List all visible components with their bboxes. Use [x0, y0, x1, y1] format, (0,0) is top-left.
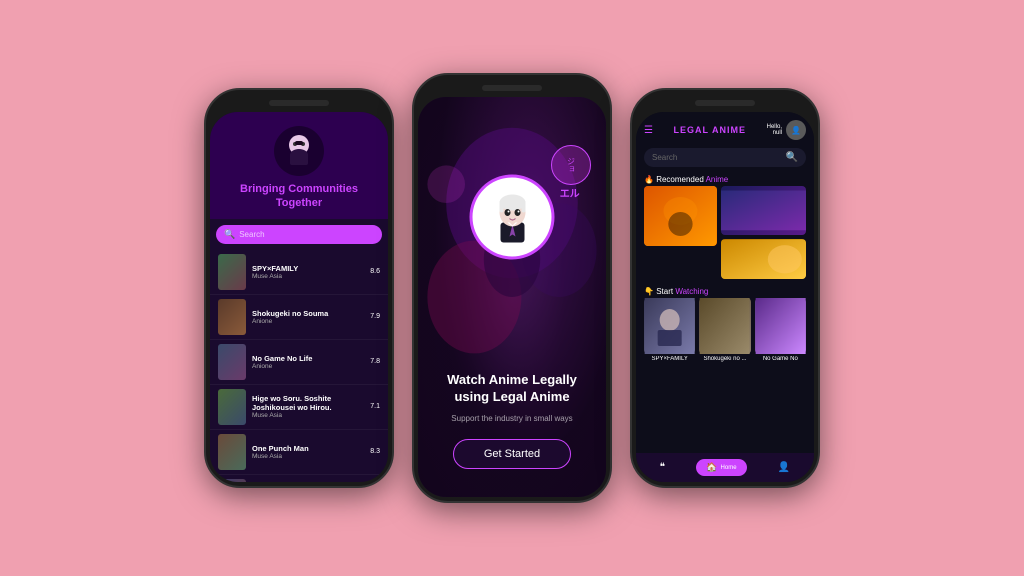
p1-mascot-icon — [274, 126, 324, 176]
p3-watch-labels: SPY×FAMILY Shokugeki no ... No Game No — [636, 354, 814, 362]
p3-app-title: LEGAL ANIME — [674, 125, 747, 135]
p3-watch-thumb-3[interactable] — [755, 298, 806, 354]
home-icon: 🏠 — [706, 462, 717, 473]
p3-nav-home[interactable]: 🏠 Home — [696, 459, 746, 476]
p1-item-sub-3: Anione — [252, 363, 364, 370]
p3-search-icon: 🔍 — [786, 152, 798, 163]
profile-icon: 👤 — [778, 462, 790, 473]
p1-thumb-6 — [218, 479, 246, 482]
p1-title: Bringing Communities Together — [218, 182, 380, 211]
list-item[interactable]: SPY×FAMILY Muse Asia 8.6 — [210, 250, 388, 295]
p3-featured-thumb-2[interactable] — [721, 186, 806, 235]
p1-rating-5: 8.3 — [370, 448, 380, 455]
p3-search-text: Search — [652, 153, 677, 162]
p2-mascot-svg — [482, 185, 542, 250]
list-item[interactable]: JoJo no Kimyou na Bouken (TV) Muse Asia … — [210, 475, 388, 482]
p3-home-label: Home — [721, 465, 737, 471]
p3-rec-prefix: Recomended — [656, 175, 704, 184]
p1-thumb-1 — [218, 254, 246, 290]
p3-nav-profile[interactable]: 👤 — [778, 462, 790, 473]
list-item[interactable]: Shokugeki no Souma Anione 7.9 — [210, 295, 388, 340]
phone-1-bottom — [206, 486, 392, 488]
p3-header-right: Hello, null 👤 — [767, 120, 806, 140]
p3-watch-label-2: Shokugeki no ... — [699, 356, 750, 362]
phone-2: ジョ エル Watch Anime Legally using Legal An… — [412, 73, 612, 503]
p3-header: ☰ LEGAL ANIME Hello, null 👤 — [636, 112, 814, 144]
phones-container: Bringing Communities Together 🔍 Search S… — [184, 53, 840, 523]
p1-item-sub-4: Muse Asia — [252, 412, 364, 419]
p1-item-info-2: Shokugeki no Souma Anione — [252, 309, 364, 325]
p3-watch-row — [636, 298, 814, 354]
p1-thumb-2 — [218, 299, 246, 335]
p1-item-title-5: One Punch Man — [252, 444, 364, 453]
phone-1-screen: Bringing Communities Together 🔍 Search S… — [210, 112, 388, 482]
p3-watch-label-1: SPY×FAMILY — [644, 356, 695, 362]
p1-header: Bringing Communities Together — [210, 112, 388, 219]
p1-rating-2: 7.9 — [370, 313, 380, 320]
p3-featured-thumb-3[interactable] — [721, 239, 806, 280]
p2-bottom-section: Watch Anime Legally using Legal Anime Su… — [418, 372, 606, 469]
p3-watch-label-3: No Game No — [755, 356, 806, 362]
p1-item-info-3: No Game No Life Anione — [252, 354, 364, 370]
p3-recommended-title: 🔥 Recomended Anime — [636, 171, 814, 186]
p3-featured-row — [636, 186, 814, 279]
hamburger-icon[interactable]: ☰ — [644, 125, 653, 136]
p1-rating-1: 8.6 — [370, 268, 380, 275]
p3-watch-thumb-2[interactable] — [699, 298, 750, 354]
phone-1: Bringing Communities Together 🔍 Search S… — [204, 88, 394, 488]
p3-watch-thumb-1[interactable] — [644, 298, 695, 354]
p2-main-title: Watch Anime Legally using Legal Anime — [418, 372, 606, 406]
p1-item-title-1: SPY×FAMILY — [252, 264, 364, 273]
p1-thumb-3 — [218, 344, 246, 380]
p1-item-title-2: Shokugeki no Souma — [252, 309, 364, 318]
phone-3: ☰ LEGAL ANIME Hello, null 👤 Search 🔍 🔥 R… — [630, 88, 820, 488]
p3-user-avatar[interactable]: 👤 — [786, 120, 806, 140]
phone-2-screen: ジョ エル Watch Anime Legally using Legal An… — [418, 97, 606, 497]
p1-rating-3: 7.8 — [370, 358, 380, 365]
p3-nav-quotes[interactable]: ❝ — [660, 462, 665, 473]
p1-item-info-4: Hige wo Soru. Soshite Joshikousei wo Hir… — [252, 394, 364, 419]
p1-search-bar[interactable]: 🔍 Search — [216, 225, 382, 244]
p2-mascot-circle — [470, 175, 555, 260]
p1-item-sub-2: Anione — [252, 318, 364, 325]
p3-greeting-text: Hello, null — [767, 124, 782, 136]
p1-thumb-5 — [218, 434, 246, 470]
phone-2-bottom — [414, 501, 610, 503]
p1-rating-4: 7.1 — [370, 403, 380, 410]
quotes-icon: ❝ — [660, 462, 665, 473]
p3-rec-suffix: Anime — [704, 175, 728, 184]
p3-search-bar[interactable]: Search 🔍 — [644, 148, 806, 167]
p3-featured-thumb-1[interactable] — [644, 186, 717, 246]
p1-item-title-4: Hige wo Soru. Soshite Joshikousei wo Hir… — [252, 394, 364, 412]
list-item[interactable]: One Punch Man Muse Asia 8.3 — [210, 430, 388, 475]
p3-sw-prefix: Start — [656, 287, 673, 296]
list-item[interactable]: No Game No Life Anione 7.8 — [210, 340, 388, 385]
p2-japanese-circle-1: ジョ — [551, 145, 591, 185]
p1-item-sub-1: Muse Asia — [252, 273, 364, 280]
p1-item-info-5: One Punch Man Muse Asia — [252, 444, 364, 460]
p3-sw-suffix: Watching — [673, 287, 708, 296]
p2-subtitle: Support the industry in small ways — [418, 414, 606, 423]
p2-japanese-text: エル — [560, 185, 580, 200]
phone-3-bottom — [632, 486, 818, 488]
p2-get-started-button[interactable]: Get Started — [453, 439, 571, 469]
p1-search-placeholder: Search — [239, 230, 264, 239]
p1-item-title-3: No Game No Life — [252, 354, 364, 363]
p1-anime-list: SPY×FAMILY Muse Asia 8.6 Shokugeki no So… — [210, 248, 388, 482]
p3-start-watching-title: 👇 Start Watching — [636, 283, 814, 298]
phone-3-screen: ☰ LEGAL ANIME Hello, null 👤 Search 🔍 🔥 R… — [636, 112, 814, 482]
p1-thumb-4 — [218, 389, 246, 425]
p1-search-icon: 🔍 — [224, 229, 235, 240]
p3-bottom-nav: ❝ 🏠 Home 👤 — [636, 453, 814, 482]
p1-item-info-1: SPY×FAMILY Muse Asia — [252, 264, 364, 280]
p1-item-sub-5: Muse Asia — [252, 453, 364, 460]
list-item[interactable]: Hige wo Soru. Soshite Joshikousei wo Hir… — [210, 385, 388, 430]
